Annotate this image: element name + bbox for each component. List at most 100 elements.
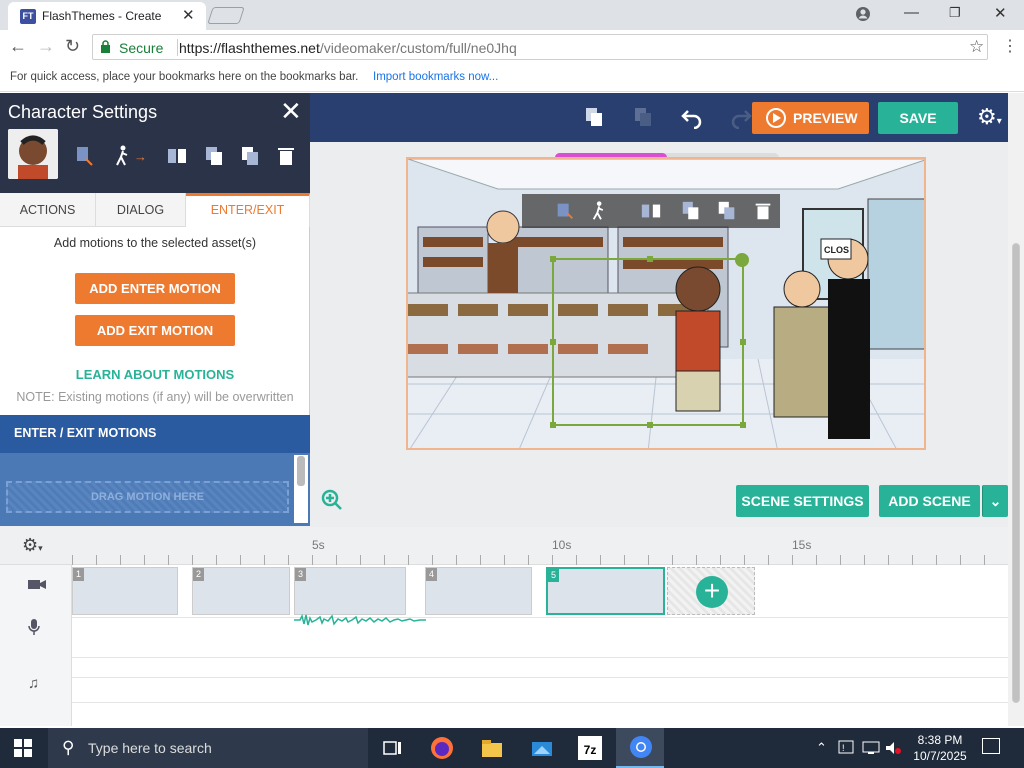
star-icon[interactable]: ☆: [969, 37, 984, 57]
menu-icon[interactable]: ⋮: [1002, 36, 1018, 56]
preview-button[interactable]: PREVIEW: [752, 102, 869, 134]
forward-icon[interactable]: →: [37, 36, 55, 57]
character-panel-header: Character Settings ✕ →: [0, 93, 310, 193]
swap-icon[interactable]: [554, 200, 576, 222]
address-bar-row: ← → ↻ Secure https://flashthemes.net/vid…: [0, 30, 1024, 64]
file-explorer-icon[interactable]: [478, 734, 506, 762]
camera-icon: [28, 580, 46, 589]
close-icon[interactable]: ✕: [280, 96, 302, 127]
url-separator: [177, 39, 178, 56]
app-vertical-scrollbar[interactable]: [1008, 93, 1024, 726]
asset-toolbar: [522, 194, 780, 228]
tab-actions[interactable]: ACTIONS: [0, 193, 96, 227]
network-icon[interactable]: [862, 740, 880, 756]
delete-icon[interactable]: [275, 145, 297, 167]
scene-thumbnail[interactable]: 2: [192, 567, 290, 615]
timeline-settings-gear-icon[interactable]: ⚙▾: [22, 535, 43, 556]
tray-chevron-up-icon[interactable]: ⌃: [816, 740, 827, 756]
scene-thumbnail[interactable]: 3: [294, 567, 406, 615]
paste-asset-icon[interactable]: [716, 200, 738, 222]
new-tab-button[interactable]: [207, 7, 245, 24]
mic-icon: [28, 619, 40, 635]
volume-muted-icon[interactable]: [884, 740, 902, 756]
scene-number: 4: [426, 568, 437, 581]
add-exit-motion-button[interactable]: ADD EXIT MOTION: [75, 315, 235, 346]
character-settings-panel: Character Settings ✕ → ACTIONS DIALOG EN…: [0, 93, 310, 526]
taskbar-search[interactable]: ⚲ Type here to search: [48, 728, 368, 768]
timeline-ruler: ⚙▾ 5s 10s 15s: [0, 527, 1008, 565]
7zip-icon[interactable]: 7z: [578, 736, 602, 760]
ruler-label-5s: 5s: [312, 538, 325, 552]
scene-number: 2: [193, 568, 204, 581]
plus-icon: +: [696, 576, 728, 608]
add-scene-slot[interactable]: +: [667, 567, 755, 615]
swap-character-icon[interactable]: [74, 145, 96, 167]
preview-label: PREVIEW: [793, 110, 858, 126]
reload-icon[interactable]: ↻: [65, 36, 80, 57]
url-field[interactable]: Secure https://flashthemes.net/videomake…: [92, 34, 988, 60]
copy-icon[interactable]: [582, 105, 606, 129]
windows-icon[interactable]: [14, 739, 32, 757]
scene-number: 5: [548, 569, 559, 582]
character-avatar[interactable]: [8, 129, 58, 179]
chrome-taskbar-item[interactable]: [616, 728, 664, 768]
profile-icon[interactable]: [855, 6, 871, 22]
flip-icon[interactable]: [166, 145, 188, 167]
delete-icon[interactable]: [752, 200, 774, 222]
windows-taskbar: ⚲ Type here to search 7z ⌃ ! 8:38 PM 10/…: [0, 728, 1024, 768]
audio-waveform[interactable]: [294, 613, 426, 627]
walk-icon[interactable]: [590, 200, 612, 222]
notification-icon[interactable]: [982, 738, 1000, 754]
paste-icon[interactable]: [631, 105, 655, 129]
copy-asset-icon[interactable]: [680, 200, 702, 222]
scene-number: 3: [295, 568, 306, 581]
window-close-icon[interactable]: ✕: [994, 4, 1007, 22]
bookmarks-hint: For quick access, place your bookmarks h…: [10, 71, 359, 83]
save-button[interactable]: SAVE: [878, 102, 958, 134]
app-scroll-thumb[interactable]: [1012, 243, 1020, 703]
task-view-icon[interactable]: [378, 734, 406, 762]
music-note-icon: ♫: [28, 675, 40, 692]
walk-icon[interactable]: [114, 145, 136, 167]
scene-number: 1: [73, 568, 84, 581]
add-scene-button[interactable]: ADD SCENE: [879, 485, 980, 517]
tab-dialog[interactable]: DIALOG: [96, 193, 186, 227]
tab-enter-exit[interactable]: ENTER/EXIT: [186, 193, 310, 227]
minimize-icon[interactable]: —: [904, 4, 919, 21]
tab-close-icon[interactable]: ✕: [182, 6, 195, 24]
settings-gear-icon[interactable]: ⚙▾: [977, 104, 1002, 130]
motions-scroll-thumb[interactable]: [297, 456, 305, 486]
scene-thumbnail[interactable]: 4: [425, 567, 532, 615]
flip-icon[interactable]: [640, 200, 662, 222]
copy-icon[interactable]: [203, 145, 225, 167]
scene-settings-button[interactable]: SCENE SETTINGS: [736, 485, 869, 517]
add-scene-dropdown-chevron-icon[interactable]: ⌄: [982, 485, 1008, 517]
scene-thumbnail-selected[interactable]: 5: [546, 567, 665, 615]
svg-text:!: !: [842, 743, 845, 753]
learn-about-motions-link[interactable]: LEARN ABOUT MOTIONS: [0, 367, 310, 382]
browser-tab-strip: FT FlashThemes - Create ✕ — ❐ ✕: [0, 0, 1024, 30]
paint-app-icon[interactable]: [528, 734, 556, 762]
add-enter-motion-button[interactable]: ADD ENTER MOTION: [75, 273, 235, 304]
redo-icon[interactable]: [729, 105, 753, 129]
restore-icon[interactable]: ❐: [949, 5, 961, 21]
motions-scrollbar[interactable]: [294, 455, 308, 523]
url-path: /videomaker/custom/full/ne0Jhq: [319, 40, 517, 56]
security-tray-icon[interactable]: !: [838, 740, 856, 756]
browser-tab[interactable]: FT FlashThemes - Create ✕: [8, 2, 206, 30]
undo-icon[interactable]: [680, 105, 704, 129]
panel-title: Character Settings: [8, 102, 158, 122]
paste-icon[interactable]: [239, 145, 261, 167]
ruler-label-10s: 10s: [552, 538, 572, 552]
drag-motion-dropzone[interactable]: DRAG MOTION HERE: [6, 481, 289, 513]
firefox-icon[interactable]: [428, 734, 456, 762]
motion-arrow-icon: →: [134, 149, 147, 164]
import-bookmarks-link[interactable]: Import bookmarks now...: [373, 71, 498, 83]
track-labels: ♫: [0, 565, 72, 726]
zoom-in-icon[interactable]: [321, 489, 343, 511]
motions-section-header: ENTER / EXIT MOTIONS: [0, 415, 310, 453]
character-tabs: ACTIONS DIALOG ENTER/EXIT: [0, 193, 310, 227]
scene-thumbnail[interactable]: 1: [72, 567, 178, 615]
taskbar-clock[interactable]: 8:38 PM 10/7/2025: [908, 732, 972, 764]
back-icon[interactable]: ←: [9, 36, 27, 57]
